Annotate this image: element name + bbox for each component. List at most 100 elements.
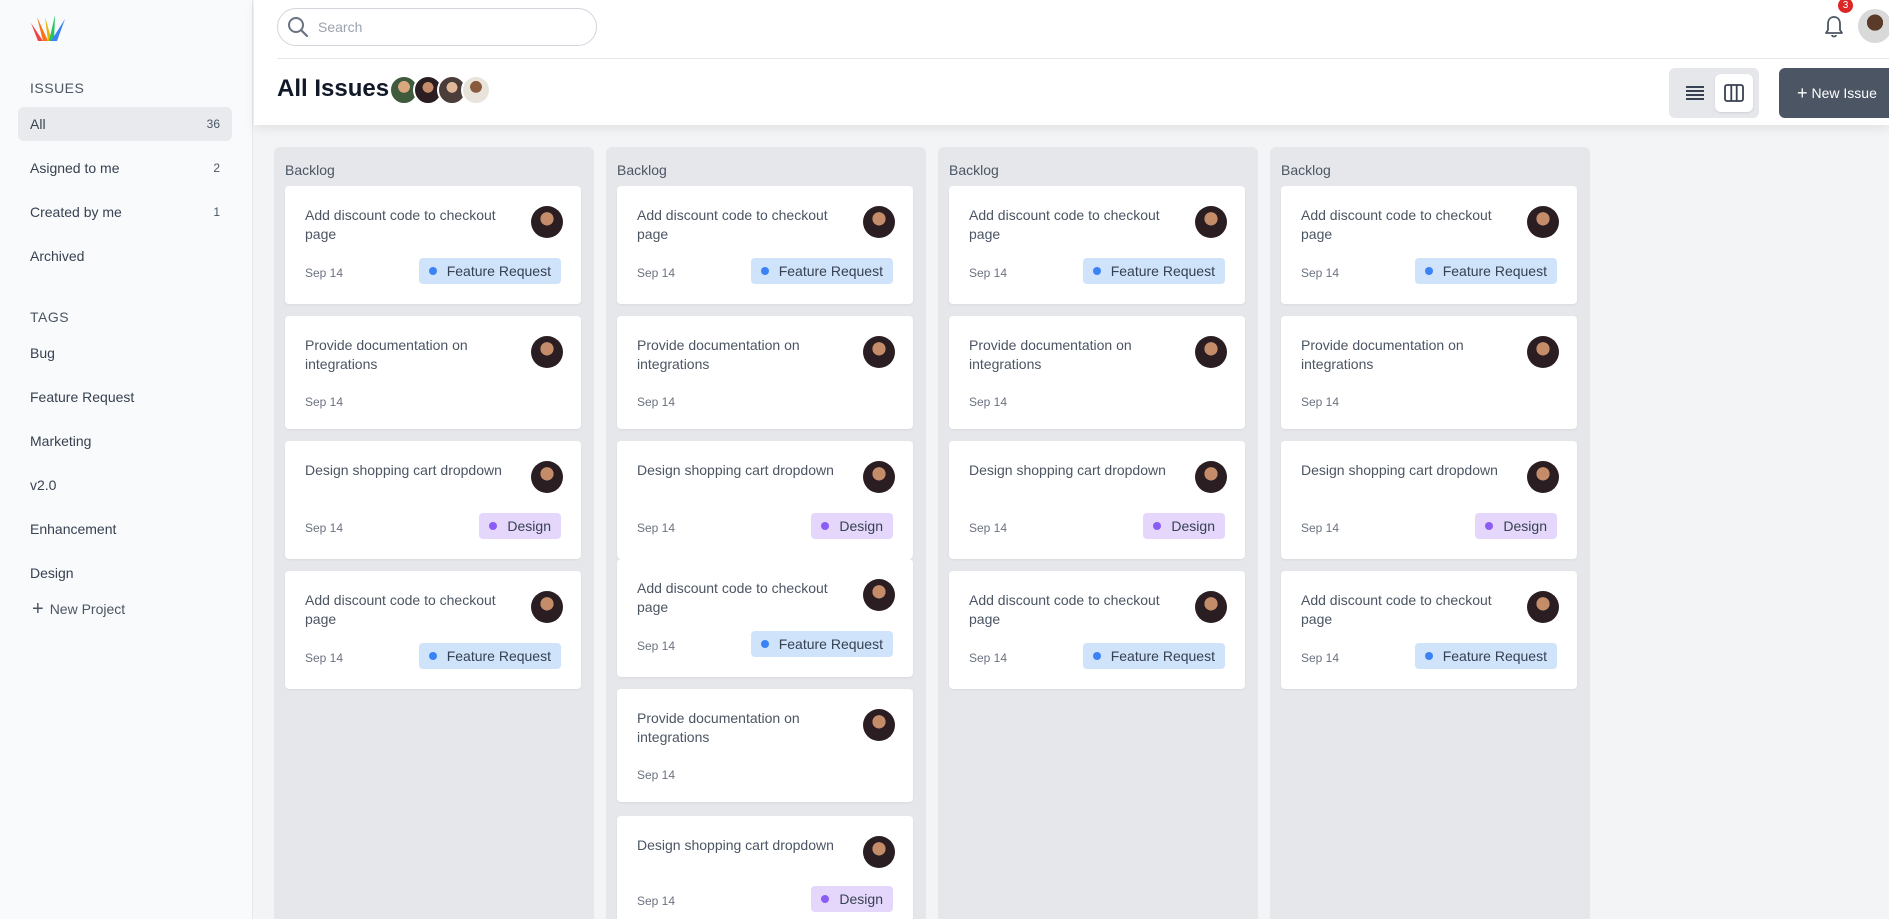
sidebar-tag-v2[interactable]: v2.0: [18, 468, 232, 502]
issue-card[interactable]: Add discount code to checkout page Sep 1…: [1281, 186, 1577, 304]
sidebar-item-archived[interactable]: Archived: [18, 239, 232, 273]
assignee-avatar[interactable]: [1195, 461, 1227, 493]
issue-card[interactable]: Provide documentation on integrations Se…: [949, 316, 1245, 429]
issues-section-title: Issues: [30, 80, 85, 96]
header: All Issues 3 + New Is: [254, 0, 1889, 125]
team-avatars[interactable]: [389, 75, 491, 105]
sidebar-item-label: Asigned to me: [30, 160, 120, 176]
assignee-avatar[interactable]: [863, 461, 895, 493]
assignee-avatar[interactable]: [531, 336, 563, 368]
sidebar-item-all[interactable]: All 36: [18, 107, 232, 141]
sidebar-tag-marketing[interactable]: Marketing: [18, 424, 232, 458]
card-date: Sep 14: [1301, 395, 1340, 409]
assignee-avatar[interactable]: [863, 336, 895, 368]
assignee-avatar[interactable]: [1527, 461, 1559, 493]
card-date: Sep 14: [969, 651, 1008, 665]
bell-icon[interactable]: [1822, 14, 1846, 40]
assignee-avatar[interactable]: [1195, 206, 1227, 238]
card-date: Sep 14: [637, 639, 676, 653]
assignee-avatar[interactable]: [863, 836, 895, 868]
card-title: Design shopping cart dropdown: [637, 462, 834, 478]
tag-dot: [760, 267, 769, 275]
issue-card[interactable]: Add discount code to checkout page Sep 1…: [1281, 571, 1577, 689]
issue-card[interactable]: Provide documentation on integrations Se…: [285, 316, 581, 429]
issue-card[interactable]: Add discount code to checkout page Sep 1…: [285, 186, 581, 304]
tag-badge[interactable]: Design: [1475, 513, 1557, 539]
assignee-avatar[interactable]: [863, 579, 895, 611]
card-date: Sep 14: [637, 395, 676, 409]
tag-badge[interactable]: Feature Request: [418, 258, 561, 284]
avatar[interactable]: [461, 75, 491, 105]
tag-badge[interactable]: Feature Request: [1414, 643, 1557, 669]
new-issue-label: New Issue: [1811, 85, 1877, 101]
issue-card[interactable]: Add discount code to checkout page Sep 1…: [617, 186, 913, 304]
issue-card[interactable]: Provide documentation on integrations Se…: [1281, 316, 1577, 429]
sidebar-tag-bug[interactable]: Bug: [18, 336, 232, 370]
issue-card[interactable]: Provide documentation on integrations Se…: [617, 689, 913, 802]
board-view-icon: [1723, 84, 1744, 102]
assignee-avatar[interactable]: [531, 461, 563, 493]
assignee-avatar[interactable]: [1195, 591, 1227, 623]
tag-dot: [1485, 522, 1494, 530]
issue-card[interactable]: Design shopping cart dropdown Sep 14 Des…: [617, 816, 913, 919]
assignee-avatar[interactable]: [863, 206, 895, 238]
sidebar-tag-enhancement[interactable]: Enhancement: [18, 512, 232, 546]
tag-label: Feature Request: [1110, 263, 1215, 279]
assignee-avatar[interactable]: [863, 709, 895, 741]
new-project-button[interactable]: + New Project: [32, 599, 125, 619]
list-view-button[interactable]: [1676, 74, 1714, 112]
issue-card[interactable]: Add discount code to checkout page Sep 1…: [285, 571, 581, 689]
assignee-avatar[interactable]: [531, 206, 563, 238]
app-logo[interactable]: [29, 13, 67, 43]
sidebar-tag-design[interactable]: Design: [18, 556, 232, 590]
assignee-avatar[interactable]: [1527, 591, 1559, 623]
card-title: Provide documentation on integrations: [1301, 337, 1464, 372]
sidebar-tag-feature-request[interactable]: Feature Request: [18, 380, 232, 414]
tag-badge[interactable]: Design: [1143, 513, 1225, 539]
tag-badge[interactable]: Feature Request: [750, 258, 893, 284]
assignee-avatar[interactable]: [531, 591, 563, 623]
tag-label: Design: [1171, 518, 1215, 534]
card-title: Design shopping cart dropdown: [969, 462, 1166, 478]
card-date: Sep 14: [637, 521, 676, 535]
tag-dot: [760, 640, 769, 648]
search-input[interactable]: [316, 18, 590, 36]
issue-card[interactable]: Add discount code to checkout page Sep 1…: [949, 186, 1245, 304]
card-title: Add discount code to checkout page: [305, 592, 496, 627]
tag-badge[interactable]: Design: [811, 513, 893, 539]
user-avatar[interactable]: [1858, 9, 1889, 43]
sidebar-item-assigned-to-me[interactable]: Asigned to me 2: [18, 151, 232, 185]
issue-card[interactable]: Design shopping cart dropdown Sep 14 Des…: [285, 441, 581, 559]
assignee-avatar[interactable]: [1527, 336, 1559, 368]
card-title: Add discount code to checkout page: [969, 592, 1160, 627]
tag-dot: [1424, 652, 1433, 660]
sidebar-tag-label: Enhancement: [30, 521, 117, 537]
sidebar-tag-label: Design: [30, 565, 74, 581]
tag-dot: [1092, 652, 1101, 660]
tag-badge[interactable]: Feature Request: [1082, 258, 1225, 284]
new-issue-button[interactable]: + New Issue: [1779, 68, 1889, 118]
board-view-button[interactable]: [1714, 74, 1753, 112]
assignee-avatar[interactable]: [1527, 206, 1559, 238]
sidebar-item-created-by-me[interactable]: Created by me 1: [18, 195, 232, 229]
plus-icon: +: [32, 598, 44, 620]
assignee-avatar[interactable]: [1195, 336, 1227, 368]
card-date: Sep 14: [1301, 651, 1340, 665]
tag-badge[interactable]: Feature Request: [750, 631, 893, 657]
search-box[interactable]: [277, 8, 597, 46]
issue-card[interactable]: Add discount code to checkout page Sep 1…: [617, 559, 913, 677]
issue-card[interactable]: Design shopping cart dropdown Sep 14 Des…: [617, 441, 913, 559]
tag-badge[interactable]: Feature Request: [1414, 258, 1557, 284]
tag-badge[interactable]: Feature Request: [1082, 643, 1225, 669]
issue-card[interactable]: Design shopping cart dropdown Sep 14 Des…: [949, 441, 1245, 559]
issue-card[interactable]: Design shopping cart dropdown Sep 14 Des…: [1281, 441, 1577, 559]
search-icon: [288, 17, 309, 38]
sidebar-item-count: 36: [206, 117, 220, 131]
issue-card[interactable]: Add discount code to checkout page Sep 1…: [949, 571, 1245, 689]
tag-badge[interactable]: Design: [479, 513, 561, 539]
column-title: Backlog: [1281, 162, 1331, 178]
tag-badge[interactable]: Design: [811, 886, 893, 912]
tag-badge[interactable]: Feature Request: [418, 643, 561, 669]
issue-card[interactable]: Provide documentation on integrations Se…: [617, 316, 913, 429]
sidebar: Issues All 36 Asigned to me 2 Created by…: [0, 0, 253, 919]
